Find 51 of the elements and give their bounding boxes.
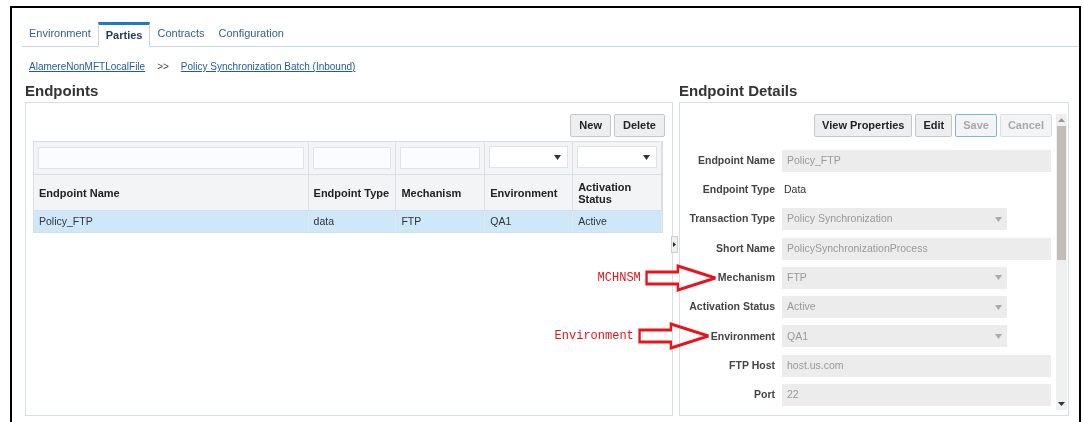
field-label: FTP Host bbox=[729, 357, 775, 373]
table-cell-text: QA1 bbox=[490, 213, 512, 229]
field-label: Transaction Type bbox=[689, 211, 775, 227]
field-label: Short Name bbox=[716, 240, 775, 256]
annotation-text: Environment bbox=[554, 328, 634, 346]
tab[interactable]: Environment bbox=[22, 21, 98, 46]
scrollbar-thumb[interactable] bbox=[1057, 126, 1066, 260]
section-title: Endpoints bbox=[25, 81, 100, 101]
caret-icon bbox=[995, 275, 1002, 281]
column-header: Endpoint Name bbox=[39, 186, 120, 199]
toolbar-button[interactable]: Edit bbox=[915, 114, 953, 137]
field-label: Endpoint Name bbox=[698, 152, 775, 168]
field-label: Endpoint Type bbox=[702, 182, 775, 198]
collapse-handle[interactable] bbox=[671, 236, 678, 253]
scrollbar[interactable] bbox=[1056, 114, 1067, 410]
column-header: Mechanism bbox=[401, 186, 462, 199]
breadcrumb-link[interactable]: Policy Synchronization Batch (Inbound) bbox=[180, 59, 356, 74]
annotation-text: MCHNSM bbox=[597, 269, 641, 287]
column-header: Environment bbox=[490, 186, 558, 199]
caret-icon bbox=[643, 154, 650, 160]
filter-select[interactable] bbox=[577, 146, 657, 168]
field-label: Environment bbox=[710, 328, 775, 344]
breadcrumb-link[interactable]: AlamereNonMFTLocalFile bbox=[29, 59, 146, 74]
caret-icon bbox=[995, 304, 1002, 310]
toolbar-button[interactable]: New bbox=[570, 114, 611, 137]
field-label: Mechanism bbox=[717, 269, 775, 285]
filter-select[interactable] bbox=[489, 146, 569, 168]
tab[interactable]: Contracts bbox=[150, 21, 212, 46]
expand-icon bbox=[673, 242, 676, 247]
table-row[interactable]: Policy_FTP data FTP QA1 Active bbox=[34, 211, 662, 232]
column-header: Endpoint Type bbox=[313, 186, 390, 199]
caret-icon bbox=[995, 216, 1002, 222]
filter-field[interactable] bbox=[400, 147, 481, 169]
table-cell-text: FTP bbox=[401, 213, 422, 229]
field-label: Activation Status bbox=[689, 299, 775, 315]
table-cell-text: Policy_FTP bbox=[39, 213, 93, 229]
column-header: Activation Status bbox=[578, 180, 633, 205]
caret-icon bbox=[995, 333, 1002, 339]
filter-field[interactable] bbox=[38, 147, 304, 169]
toolbar-button[interactable]: Delete bbox=[613, 114, 665, 137]
table-cell-text: Active bbox=[578, 213, 607, 229]
filter-field[interactable] bbox=[312, 147, 392, 169]
field-label: Port bbox=[754, 387, 775, 403]
table-cell-text: data bbox=[313, 213, 334, 229]
caret-icon bbox=[554, 154, 562, 160]
field-value: Data bbox=[783, 182, 807, 198]
toolbar-button[interactable]: View Properties bbox=[814, 114, 913, 137]
breadcrumb-separator: >> bbox=[157, 60, 169, 74]
tab[interactable]: Configuration bbox=[211, 21, 291, 46]
section-title: Endpoint Details bbox=[679, 81, 799, 101]
tab[interactable]: Parties bbox=[97, 22, 151, 47]
